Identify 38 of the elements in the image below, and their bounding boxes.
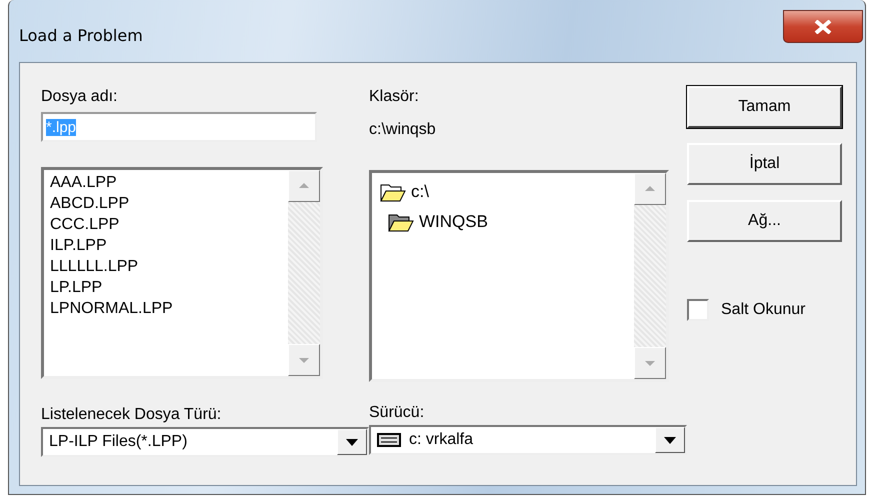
folder-tree[interactable]: c:\ WINQSB [369, 170, 669, 382]
dropdown-button[interactable] [655, 427, 685, 453]
close-icon [813, 20, 833, 34]
file-item[interactable]: CCC.LPP [50, 214, 282, 235]
scrollbar[interactable] [634, 173, 666, 379]
caret-icon [664, 436, 676, 444]
close-button[interactable] [783, 10, 863, 43]
folder-item[interactable]: WINQSB [388, 207, 626, 237]
read-only-checkbox[interactable]: Salt Okunur [687, 299, 806, 321]
file-item[interactable]: AAA.LPP [50, 172, 282, 193]
dropdown-button[interactable] [337, 429, 367, 455]
field-label: Sürücü: [369, 403, 426, 423]
down-arrow-icon [299, 358, 309, 363]
file-item[interactable]: LLLLLL.LPP [50, 256, 282, 277]
drive-icon [377, 433, 401, 447]
file-item[interactable]: ILP.LPP [50, 235, 282, 256]
field-label: Listelenecek Dosya Türü: [41, 405, 222, 425]
scrollbar[interactable] [288, 170, 320, 376]
caret-icon [346, 438, 358, 446]
dialog-button[interactable]: İptal [687, 143, 842, 185]
field-label: Klasör: [369, 87, 420, 107]
down-arrow-icon [645, 361, 655, 366]
file-item[interactable]: LPNORMAL.LPP [50, 298, 282, 319]
up-arrow-icon [299, 183, 309, 188]
window-title: Load a Problem [19, 26, 143, 44]
file-type-dropdown[interactable]: LP-ILP Files(*.LPP) [41, 427, 369, 457]
field-label: Dosya adı: [41, 87, 118, 107]
folder-item[interactable]: c:\ [380, 177, 626, 207]
folder-icon [388, 212, 414, 232]
dialog-button[interactable]: Tamam [687, 86, 842, 128]
folder-path: c:\winqsb [369, 121, 437, 140]
file-item[interactable]: LP.LPP [50, 277, 282, 298]
file-item[interactable]: ABCD.LPP [50, 193, 282, 214]
dialog-button[interactable]: Ağ... [687, 200, 842, 242]
up-arrow-icon [645, 186, 655, 191]
open-folder-icon [380, 182, 406, 202]
drive-dropdown[interactable]: c: vrkalfa [369, 425, 687, 455]
file-list[interactable]: AAA.LPP ABCD.LPP CCC.LPP ILP.LPP LLLLLL.LPP LP.LPP LPNORMAL.LPP [41, 167, 323, 379]
